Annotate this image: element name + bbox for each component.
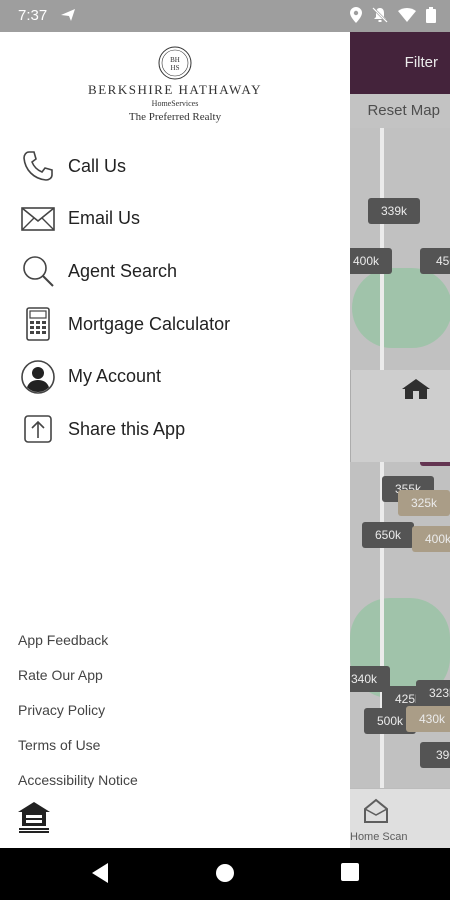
drawer-menu: Call Us Email Us Agent Search Mortgage C… [0,140,350,456]
recents-icon[interactable] [340,862,360,887]
status-time: 7:37 [18,7,48,24]
menu-item-share-app[interactable]: Share this App [0,403,350,456]
menu-item-label: Agent Search [68,260,178,281]
brand-logo: BH HS BERKSHIRE HATHAWAY HomeServices Th… [0,46,350,123]
status-icons [350,7,436,28]
menu-item-label: Mortgage Calculator [68,313,231,334]
menu-item-email-us[interactable]: Email Us [0,193,350,246]
calculator-icon [20,306,56,342]
accessibility-notice-link[interactable]: Accessibility Notice [18,770,318,805]
location-icon [350,7,362,28]
bhhs-seal-icon: BH HS [158,46,192,80]
wifi-icon [398,8,416,27]
account-icon [20,359,56,395]
envelope-icon [20,201,56,237]
menu-item-label: Email Us [68,208,141,229]
menu-item-agent-search[interactable]: Agent Search [0,245,350,298]
system-nav-bar [0,848,450,900]
phone-icon [20,148,56,184]
search-icon [20,253,56,289]
drawer-scrim[interactable] [350,32,450,848]
menu-item-my-account[interactable]: My Account [0,350,350,403]
navigation-drawer: BH HS BERKSHIRE HATHAWAY HomeServices Th… [0,32,350,848]
share-icon [20,411,56,447]
logo-line-homeservices: HomeServices [151,99,199,108]
menu-item-label: Call Us [68,155,127,176]
menu-item-label: My Account [68,366,162,387]
rate-app-link[interactable]: Rate Our App [18,665,318,700]
status-bar: 7:37 [0,0,450,32]
terms-of-use-link[interactable]: Terms of Use [18,735,318,770]
privacy-policy-link[interactable]: Privacy Policy [18,700,318,735]
battery-icon [426,7,436,28]
menu-item-call-us[interactable]: Call Us [0,140,350,193]
footer-links: App Feedback Rate Our App Privacy Policy… [18,630,318,805]
logo-line-office: The Preferred Realty [128,111,222,123]
equal-housing-opportunity-icon [16,800,52,834]
logo-line-brand: BERKSHIRE HATHAWAY [88,82,262,97]
home-icon[interactable] [214,862,236,889]
app-feedback-link[interactable]: App Feedback [18,630,318,665]
back-icon[interactable] [90,862,110,889]
notifications-off-icon [372,7,388,28]
menu-item-label: Share this App [68,418,186,439]
menu-item-mortgage-calculator[interactable]: Mortgage Calculator [0,298,350,351]
svg-text:BH: BH [170,56,180,64]
navigation-indicator-icon [60,8,76,27]
screen: 7:37 Filter Reset Map 339k 400k 450 47 [0,0,450,900]
svg-text:HS: HS [171,64,180,72]
